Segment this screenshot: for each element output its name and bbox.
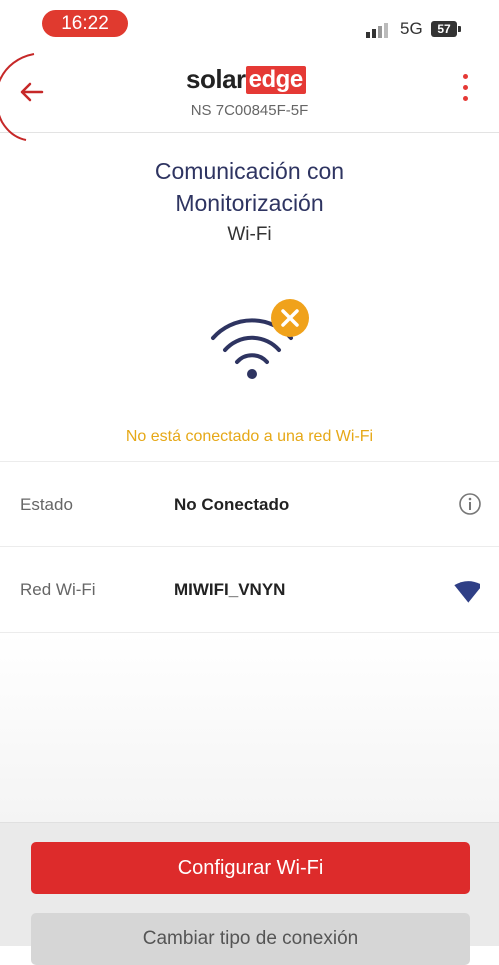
wifi-signal-icon bbox=[454, 581, 480, 603]
page-title-line2: Monitorización bbox=[175, 190, 324, 216]
status-time: 16:22 bbox=[42, 10, 128, 37]
network-type: 5G bbox=[400, 19, 423, 38]
battery-icon: 57 bbox=[431, 21, 461, 37]
app-header: solar edge NS 7C00845F-5F bbox=[0, 52, 499, 141]
status-bar: 16:22 5G 57 bbox=[0, 0, 499, 50]
configure-wifi-button[interactable]: Configurar Wi-Fi bbox=[31, 842, 470, 894]
status-row: Estado No Conectado bbox=[0, 461, 499, 546]
menu-dot bbox=[462, 85, 468, 90]
device-serial: NS 7C00845F-5F bbox=[190, 102, 309, 119]
status-value: No Conectado bbox=[174, 495, 290, 514]
page-title: Comunicación con Monitorización bbox=[0, 155, 499, 219]
wifi-network-value: MIWIFI_VNYN bbox=[174, 580, 286, 599]
logo-edge-text: edge bbox=[245, 65, 306, 94]
info-icon[interactable] bbox=[458, 492, 482, 516]
connection-warning: No está conectado a una red Wi-Fi bbox=[125, 428, 374, 445]
page-title-line1: Comunicación con bbox=[154, 158, 345, 184]
menu-dot bbox=[462, 74, 468, 79]
more-menu-button[interactable] bbox=[455, 74, 475, 114]
logo-solar-text: solar bbox=[186, 64, 246, 94]
change-connection-type-button[interactable]: Cambiar tipo de conexión bbox=[31, 913, 470, 965]
signal-icon bbox=[366, 23, 388, 38]
wifi-network-row[interactable]: Red Wi-Fi MIWIFI_VNYN bbox=[0, 546, 499, 631]
menu-dot bbox=[462, 96, 468, 101]
wifi-disconnected-icon bbox=[211, 299, 309, 379]
page-subtitle: Wi-Fi bbox=[227, 224, 272, 245]
wifi-network-label: Red Wi-Fi bbox=[20, 580, 96, 599]
solaredge-logo: solar edge bbox=[186, 64, 306, 94]
status-label: Estado bbox=[20, 495, 73, 514]
